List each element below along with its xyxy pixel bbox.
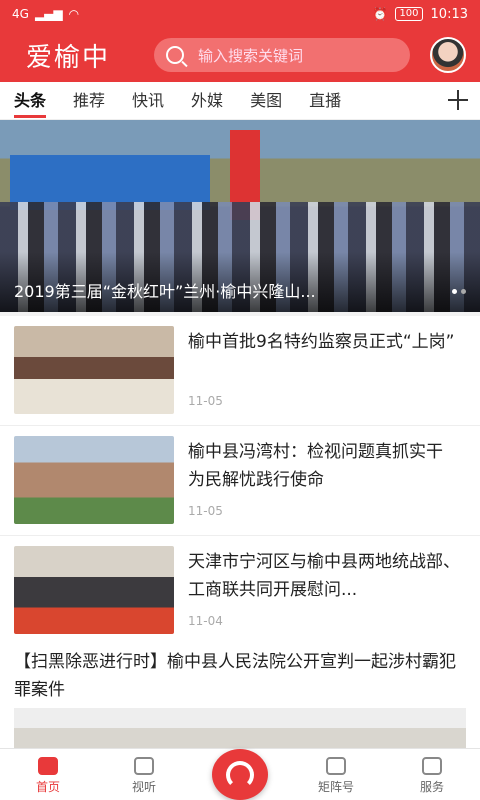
article-thumbnail — [14, 326, 174, 414]
nav-service-label: 服务 — [419, 780, 444, 794]
tab-recommend[interactable]: 推荐 — [73, 82, 105, 120]
article-thumbnail — [14, 546, 174, 634]
wifi-icon: ◠ — [68, 7, 80, 21]
channel-tabs: 头条 推荐 快讯 外媒 美图 直播 — [0, 82, 480, 120]
add-channel-icon[interactable] — [444, 86, 472, 114]
banner-carousel[interactable]: 2019第三届“金秋红叶”兰州·榆中兴隆山... — [0, 120, 480, 312]
article-card[interactable]: 【扫黑除恶进行时】榆中县人民法院公开宣判一起涉村霸犯罪案件 — [0, 640, 480, 758]
matrix-icon — [326, 757, 346, 775]
nav-home[interactable]: 首页 — [0, 749, 96, 800]
nav-matrix[interactable]: 矩阵号 — [288, 749, 384, 800]
nav-home-label: 首页 — [35, 780, 60, 794]
signal-icon: ▂▄▆ — [34, 7, 63, 21]
article-thumbnail — [14, 436, 174, 524]
search-placeholder: 输入搜索关键词 — [198, 46, 304, 65]
nav-service[interactable]: 服务 — [384, 749, 480, 800]
tab-live[interactable]: 直播 — [309, 82, 341, 120]
nav-center[interactable] — [192, 749, 288, 800]
nav-video-label: 视听 — [131, 780, 156, 794]
avatar[interactable] — [430, 37, 466, 73]
tab-foreign-media[interactable]: 外媒 — [191, 82, 223, 120]
home-icon — [38, 757, 58, 775]
article-title: 【扫黑除恶进行时】榆中县人民法院公开宣判一起涉村霸犯罪案件 — [14, 652, 456, 700]
article-title: 榆中县冯湾村：检视问题真抓实干 为民解忧践行使命 — [188, 442, 443, 490]
search-icon — [166, 46, 184, 64]
article-card[interactable]: 榆中首批9名特约监察员正式“上岗” 11-05 — [0, 316, 480, 426]
battery-icon: 100 — [395, 7, 423, 21]
nav-matrix-label: 矩阵号 — [317, 780, 354, 794]
broadcast-icon — [226, 760, 254, 789]
article-title: 天津市宁河区与榆中县两地统战部、工商联共同开展慰问... — [188, 552, 460, 600]
carousel-dots — [452, 289, 466, 294]
broadcast-button[interactable] — [212, 749, 268, 800]
alarm-icon: ⏰ — [372, 7, 388, 21]
bottom-navigation: 首页 视听 矩阵号 服务 — [0, 748, 480, 800]
article-date: 11-04 — [188, 614, 223, 628]
article-card[interactable]: 天津市宁河区与榆中县两地统战部、工商联共同开展慰问... 11-04 — [0, 536, 480, 646]
nav-video[interactable]: 视听 — [96, 749, 192, 800]
tab-flash[interactable]: 快讯 — [132, 82, 164, 120]
network-label: 4G — [12, 7, 29, 21]
status-time: 10:13 — [430, 6, 468, 22]
article-title: 榆中首批9名特约监察员正式“上岗” — [188, 332, 455, 352]
search-input[interactable]: 输入搜索关键词 — [154, 38, 410, 72]
service-icon — [422, 757, 442, 775]
article-date: 11-05 — [188, 504, 223, 518]
app-header: 爱榆中 输入搜索关键词 — [0, 28, 480, 82]
tab-gallery[interactable]: 美图 — [250, 82, 282, 120]
carousel-dot — [452, 289, 457, 294]
tab-headline[interactable]: 头条 — [14, 82, 47, 120]
article-card[interactable]: 榆中县冯湾村：检视问题真抓实干 为民解忧践行使命 11-05 — [0, 426, 480, 536]
video-icon — [134, 757, 154, 775]
status-bar: 4G ▂▄▆ ◠ ⏰ 100 10:13 — [0, 0, 480, 28]
article-date: 11-05 — [188, 394, 223, 408]
carousel-dot — [461, 289, 466, 294]
banner-title: 2019第三届“金秋红叶”兰州·榆中兴隆山... — [14, 282, 316, 301]
app-title: 爱榆中 — [26, 42, 111, 73]
